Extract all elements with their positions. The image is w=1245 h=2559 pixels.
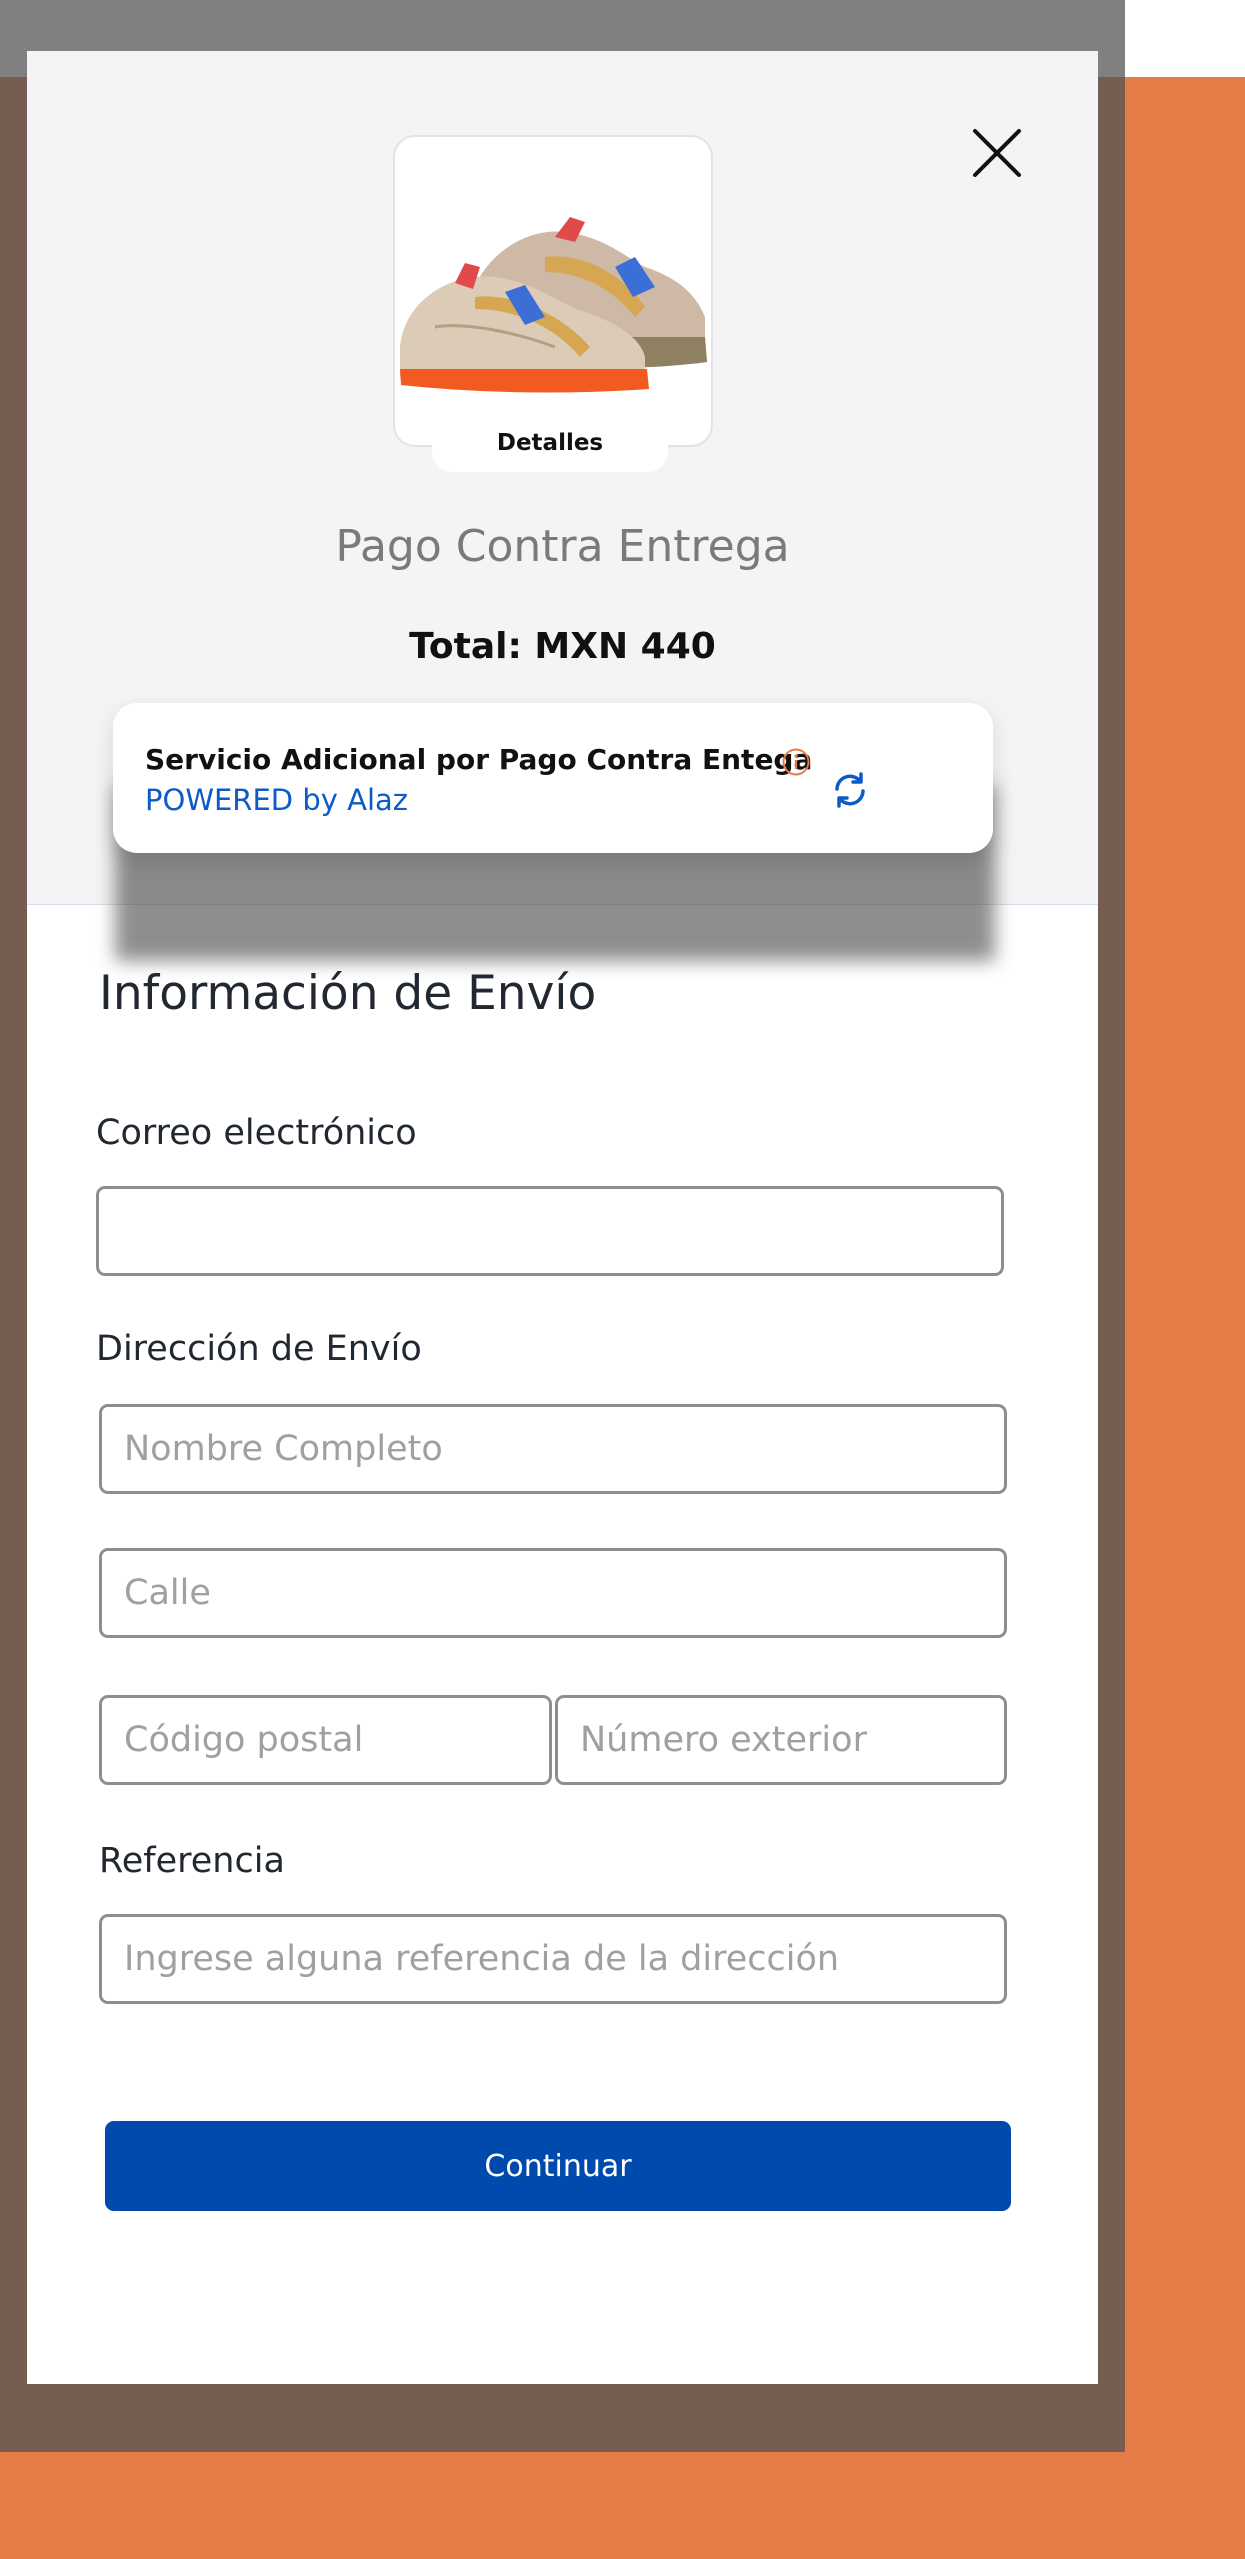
email-label: Correo electrónico — [96, 1113, 417, 1153]
refresh-icon[interactable] — [827, 767, 873, 813]
email-field[interactable] — [96, 1186, 1004, 1276]
product-image-card[interactable] — [393, 135, 713, 447]
reference-label: Referencia — [99, 1841, 285, 1881]
info-icon[interactable] — [781, 747, 811, 777]
street-field[interactable] — [99, 1548, 1007, 1638]
exterior-number-field[interactable] — [555, 1695, 1007, 1785]
postal-code-field[interactable] — [99, 1695, 552, 1785]
order-total: Total: MXN 440 — [409, 626, 716, 667]
address-label: Dirección de Envío — [96, 1329, 422, 1369]
service-title: Servicio Adicional por Pago Contra Enteg… — [145, 743, 813, 776]
background-strip — [1125, 0, 1245, 77]
checkout-modal: Detalles Pago Contra Entrega Total: MXN … — [27, 51, 1098, 2384]
details-tab[interactable]: Detalles — [432, 414, 668, 472]
shipping-section-title: Información de Envío — [99, 966, 597, 1021]
reference-field[interactable] — [99, 1914, 1007, 2004]
close-button[interactable] — [967, 123, 1027, 183]
additional-service-card: Servicio Adicional por Pago Contra Enteg… — [113, 703, 993, 853]
continue-button[interactable]: Continuar — [105, 2121, 1011, 2211]
full-name-field[interactable] — [99, 1404, 1007, 1494]
close-icon — [973, 129, 1021, 177]
page-title: Pago Contra Entrega — [335, 521, 790, 572]
sneakers-image — [400, 217, 707, 393]
powered-by-link[interactable]: POWERED by Alaz — [145, 783, 408, 817]
